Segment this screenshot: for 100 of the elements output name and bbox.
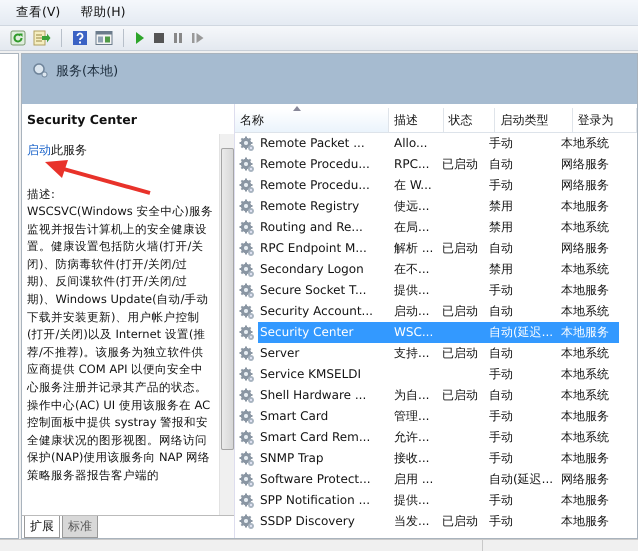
table-cell-text: 接收... — [393, 450, 430, 467]
table-cell-text: 在 W... — [393, 177, 433, 194]
table-cell-text: 为自... — [393, 387, 430, 404]
table-cell-text: SNMP Trap — [259, 450, 324, 467]
table-cell-text: 手动 — [488, 429, 514, 446]
table-cell-text: 本地服务 — [560, 324, 610, 341]
table-cell-text: RPC... — [393, 156, 430, 173]
table-cell-text: 提供... — [393, 492, 430, 509]
table-cell-text: 本地系统 — [560, 387, 610, 404]
gear-icon — [239, 178, 255, 194]
table-cell-text: 手动 — [488, 408, 514, 425]
gear-icon — [239, 408, 255, 424]
column-header[interactable]: 名称 — [235, 108, 390, 132]
table-cell-text: 禁用 — [488, 219, 514, 236]
gear-icon — [239, 262, 255, 278]
table-cell-text: 本地服务 — [560, 513, 610, 530]
table-cell-text: Allo... — [393, 135, 428, 152]
table-cell-text: 自动(延迟... — [488, 471, 554, 488]
table-cell-text: 启动... — [393, 303, 430, 320]
gear-icon — [239, 366, 255, 382]
table-cell-text: 已启动 — [441, 156, 479, 173]
table-cell-text: SPP Notification ... — [259, 492, 372, 509]
gear-icon — [239, 450, 255, 466]
table-cell-text: 本地服务 — [560, 198, 610, 215]
gear-icon — [239, 240, 255, 256]
table-cell-text: Secondary Logon — [259, 261, 365, 278]
stop-icon[interactable] — [153, 32, 165, 44]
table-cell-text: 自动 — [488, 240, 514, 257]
table-cell-text: 允许... — [393, 429, 430, 446]
table-cell-text: 手动 — [488, 135, 514, 152]
table-cell-text: 在局... — [393, 219, 430, 236]
table-cell-text: Routing and Re... — [259, 219, 364, 236]
view-tab[interactable]: 扩展 — [24, 516, 60, 538]
table-cell-text: WSC... — [393, 324, 434, 341]
table-cell-text: 手动 — [488, 492, 514, 509]
export-icon[interactable] — [33, 30, 51, 46]
table-cell-text: 使远... — [393, 198, 430, 215]
table-cell-text: 本地服务 — [560, 408, 610, 425]
play-icon[interactable] — [134, 31, 146, 45]
help-icon[interactable] — [72, 30, 88, 46]
table-cell-text: 本地系统 — [560, 345, 610, 362]
gear-icon — [239, 282, 255, 298]
console-window-icon[interactable] — [95, 30, 113, 46]
table-cell-text: 启用 ... — [393, 471, 434, 488]
table-cell-text: Remote Procedu... — [259, 156, 371, 173]
table-cell-text: 手动 — [488, 177, 514, 194]
table-cell-text: 在不... — [393, 261, 430, 278]
table-cell-text: 本地系统 — [560, 219, 610, 236]
table-cell-text: 手动 — [488, 513, 514, 530]
table-cell-text: 手动 — [488, 282, 514, 299]
column-header[interactable]: 描述 — [389, 108, 444, 132]
table-cell-text: 禁用 — [488, 261, 514, 278]
table-cell-text: 网络服务 — [560, 177, 610, 194]
scrollbar[interactable] — [219, 134, 234, 515]
gear-icon — [239, 472, 255, 488]
view-tab[interactable]: 标准 — [62, 516, 98, 538]
table-cell-text: 已启动 — [441, 345, 479, 362]
column-header[interactable]: 启动类型 — [495, 108, 573, 132]
gear-icon — [239, 346, 255, 362]
column-header[interactable]: 状态 — [444, 108, 496, 132]
table-cell-text: 本地系统 — [560, 366, 610, 383]
table-cell-text: 本地服务 — [560, 492, 610, 509]
table-cell-text: 已启动 — [441, 303, 479, 320]
gear-icon — [239, 388, 255, 404]
gear-icon — [239, 156, 255, 172]
refresh-icon[interactable] — [10, 30, 26, 46]
pane-title: 服务(本地) — [56, 63, 118, 80]
menu-item[interactable]: 查看(V) — [16, 4, 60, 21]
table-cell-text: 本地服务 — [560, 282, 610, 299]
gear-icon — [239, 198, 255, 214]
menu-item[interactable]: 帮助(H) — [80, 4, 126, 21]
table-cell-text: Remote Procedu... — [259, 177, 371, 194]
table-cell-text: 支持... — [393, 345, 430, 362]
table-cell-text: 管理... — [393, 408, 430, 425]
table-cell-text: 本地系统 — [560, 429, 610, 446]
description-label: 描述: — [27, 186, 56, 203]
table-cell-text: 本地服务 — [560, 450, 610, 467]
start-link[interactable]: 启动 — [27, 143, 51, 157]
table-cell-text: 本地系统 — [560, 303, 610, 320]
table-cell-text: 当发... — [393, 513, 430, 530]
table-cell-text: 自动(延迟... — [488, 324, 554, 341]
table-cell-text: 本地系统 — [560, 261, 610, 278]
table-cell-text: 已启动 — [441, 240, 479, 257]
pause-icon[interactable] — [172, 32, 184, 44]
table-cell-text: Remote Packet ... — [259, 135, 366, 152]
table-cell-text: Software Protect... — [259, 471, 372, 488]
table-cell-text: Security Center — [259, 324, 354, 341]
service-title: Security Center — [26, 111, 138, 129]
gear-icon — [239, 304, 255, 320]
sort-icon — [293, 106, 301, 111]
column-header[interactable]: 登录为 — [572, 108, 637, 132]
table-cell-text: 自动 — [488, 345, 514, 362]
gear-icon — [239, 430, 255, 446]
gear-icon — [239, 220, 255, 236]
table-cell-text: Service KMSELDI — [259, 366, 362, 383]
restart-icon[interactable] — [191, 32, 205, 44]
table-cell-text: 自动 — [488, 387, 514, 404]
table-cell-text: 已启动 — [441, 387, 479, 404]
gear-icon — [239, 514, 255, 530]
table-cell-text: 已启动 — [441, 513, 479, 530]
